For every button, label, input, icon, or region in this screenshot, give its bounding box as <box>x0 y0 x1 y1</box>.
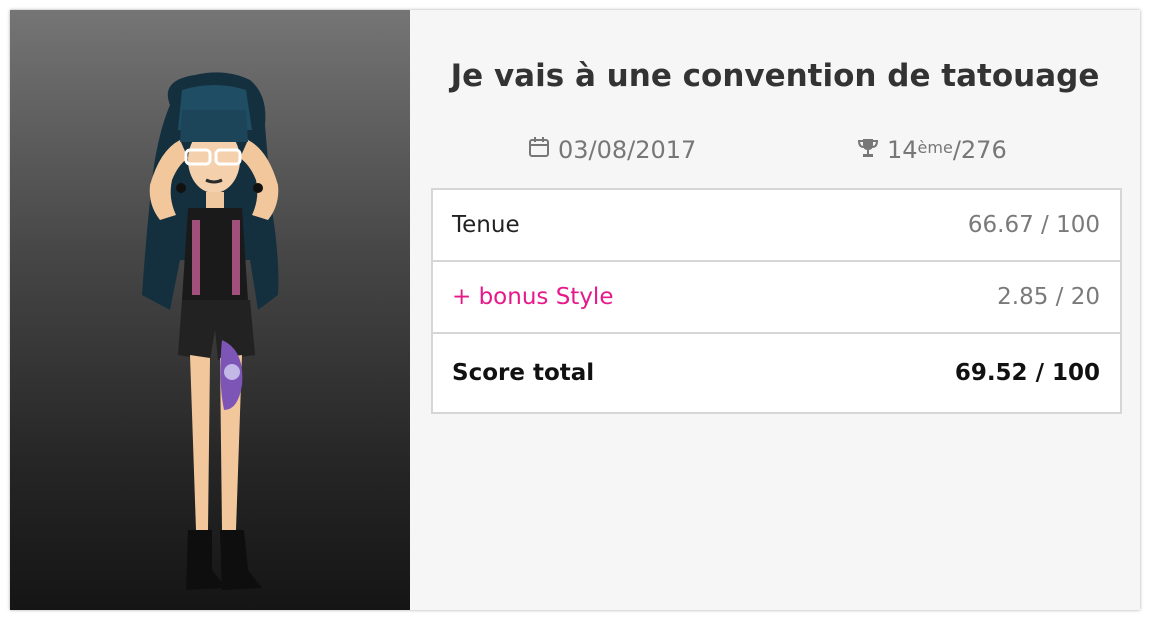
score-row-total: Score total 69.52 / 100 <box>433 334 1120 412</box>
tenue-label: Tenue <box>452 212 520 238</box>
event-title: Je vais à une convention de tatouage <box>450 58 1100 94</box>
result-info: Je vais à une convention de tatouage 03/… <box>410 10 1140 610</box>
calendar-icon <box>528 136 550 164</box>
trophy-icon <box>857 136 879 164</box>
score-table: Tenue 66.67 / 100 + bonus Style 2.85 / 2… <box>431 188 1122 414</box>
rank-total: /276 <box>952 136 1007 164</box>
rank-suffix: ème <box>917 137 953 157</box>
bonus-value: 2.85 / 20 <box>997 284 1100 310</box>
total-label: Score total <box>452 360 595 386</box>
score-row-bonus: + bonus Style 2.85 / 20 <box>433 262 1120 334</box>
date-text: 03/08/2017 <box>558 136 697 164</box>
event-rank: 14 ème/276 <box>857 136 1007 164</box>
total-value: 69.52 / 100 <box>954 360 1100 386</box>
bonus-label: + bonus Style <box>452 284 614 310</box>
contest-result-card: Je vais à une convention de tatouage 03/… <box>10 10 1140 610</box>
avatar-icon <box>142 72 279 590</box>
rank-number: 14 <box>887 136 918 164</box>
avatar-panel <box>10 10 410 610</box>
tenue-value: 66.67 / 100 <box>967 212 1100 238</box>
event-date: 03/08/2017 <box>528 136 696 164</box>
score-row-tenue: Tenue 66.67 / 100 <box>433 190 1120 262</box>
